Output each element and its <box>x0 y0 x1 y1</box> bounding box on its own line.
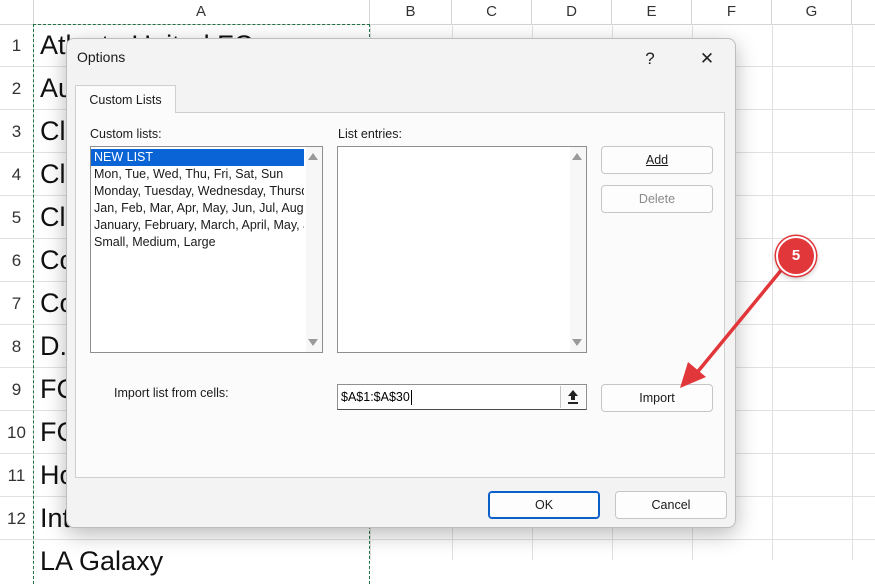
annotation-arrow <box>680 266 785 388</box>
tab-custom-lists[interactable]: Custom Lists <box>75 85 176 113</box>
step-badge: 5 <box>776 236 816 276</box>
arrow-shaft <box>693 266 785 377</box>
